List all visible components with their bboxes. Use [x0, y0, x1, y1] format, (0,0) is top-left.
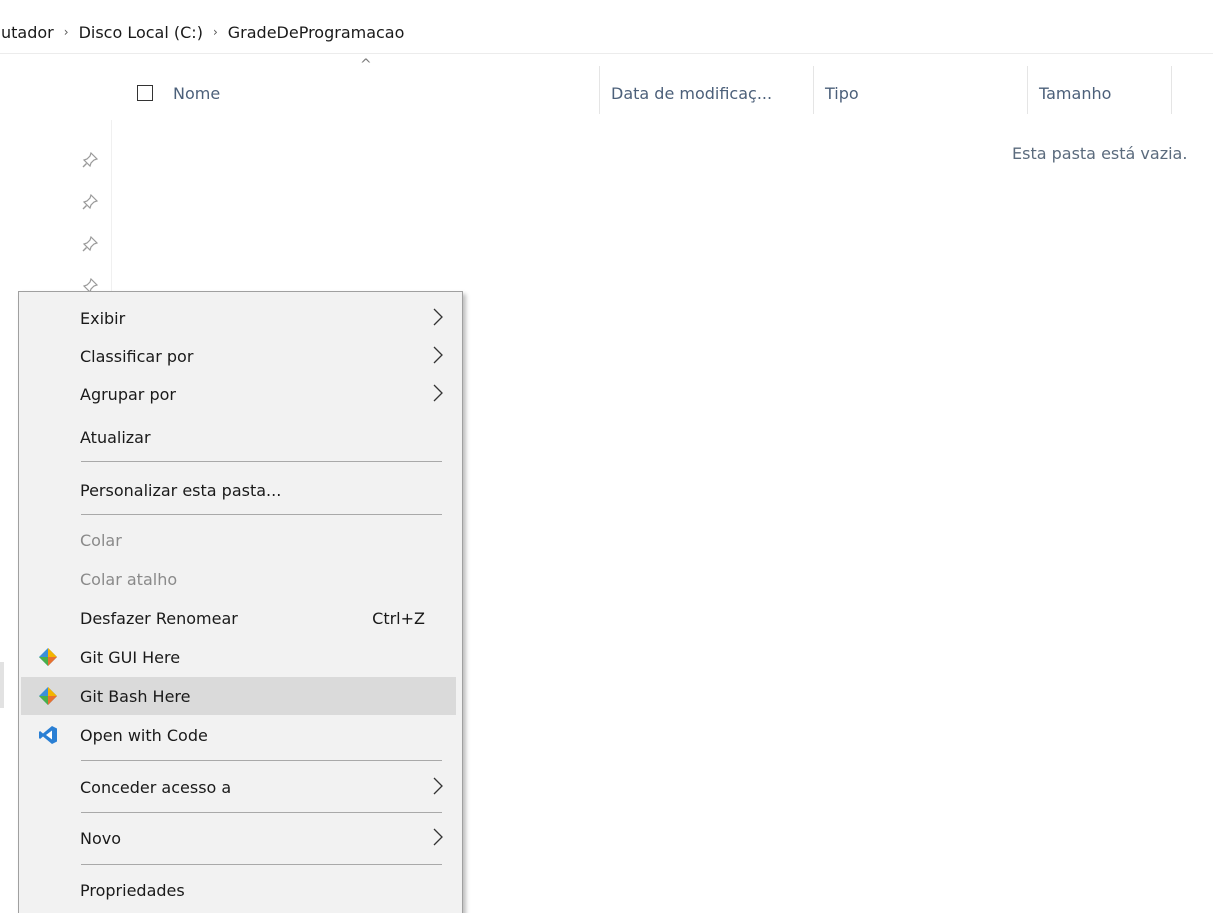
select-all-checkbox[interactable]	[137, 85, 153, 101]
column-divider[interactable]	[1027, 66, 1028, 114]
menu-item-label: Colar atalho	[80, 569, 178, 589]
chevron-right-icon	[433, 777, 443, 795]
menu-item-open-with-code[interactable]: Open with Code	[21, 716, 456, 754]
chevron-right-icon	[433, 346, 443, 364]
column-header-type[interactable]: Tipo	[825, 72, 1025, 114]
menu-item-refresh[interactable]: Atualizar	[21, 418, 456, 456]
pin-icon[interactable]	[82, 194, 98, 210]
menu-item-git-gui[interactable]: Git GUI Here	[21, 638, 456, 676]
menu-item-label: Git GUI Here	[80, 647, 181, 667]
column-header-size[interactable]: Tamanho	[1039, 72, 1169, 114]
menu-separator	[81, 461, 442, 462]
empty-folder-message: Esta pasta está vazia.	[1012, 144, 1188, 163]
column-divider[interactable]	[1171, 66, 1172, 114]
breadcrumb-separator[interactable]: ›	[207, 25, 224, 39]
column-divider[interactable]	[813, 66, 814, 114]
column-header-type-label: Tipo	[825, 83, 859, 103]
menu-item-paste[interactable]: Colar	[21, 521, 456, 559]
menu-item-paste-shortcut[interactable]: Colar atalho	[21, 560, 456, 598]
menu-item-label: Desfazer Renomear	[80, 608, 238, 628]
context-menu: Exibir Classificar por Agrupar por Atual…	[18, 291, 463, 913]
breadcrumb: utador › Disco Local (C:) › GradeDeProgr…	[0, 18, 408, 46]
nav-pane-scroll-edge	[0, 662, 4, 708]
column-header-size-label: Tamanho	[1039, 83, 1112, 103]
pin-icon[interactable]	[82, 152, 98, 168]
menu-item-label: Novo	[80, 828, 122, 848]
menu-item-customize-folder[interactable]: Personalizar esta pasta...	[21, 471, 456, 509]
menu-separator	[81, 864, 442, 865]
menu-item-label: Conceder acesso a	[80, 777, 232, 797]
menu-item-shortcut: Ctrl+Z	[372, 608, 425, 628]
column-header-name[interactable]: Nome	[137, 72, 597, 114]
vscode-icon	[39, 726, 57, 744]
menu-item-label: Propriedades	[80, 880, 185, 900]
menu-separator	[81, 760, 442, 761]
breadcrumb-item-disk[interactable]: Disco Local (C:)	[75, 23, 207, 42]
menu-item-label: Exibir	[80, 308, 126, 328]
breadcrumb-separator[interactable]: ›	[58, 25, 75, 39]
chevron-right-icon	[433, 828, 443, 846]
menu-item-label: Open with Code	[80, 725, 208, 745]
git-icon	[39, 687, 57, 705]
sort-ascending-indicator: ^	[360, 57, 372, 73]
menu-item-properties[interactable]: Propriedades	[21, 871, 456, 909]
menu-item-undo-rename[interactable]: Desfazer Renomear Ctrl+Z	[21, 599, 456, 637]
chevron-right-icon	[433, 384, 443, 402]
breadcrumb-divider	[0, 53, 1213, 54]
menu-item-new[interactable]: Novo	[21, 819, 456, 857]
menu-item-label: Git Bash Here	[80, 686, 191, 706]
menu-item-grant-access[interactable]: Conceder acesso a	[21, 768, 456, 806]
menu-item-git-bash[interactable]: Git Bash Here	[21, 677, 456, 715]
breadcrumb-item-computer[interactable]: utador	[0, 23, 58, 42]
chevron-right-icon	[433, 308, 443, 326]
menu-item-label: Agrupar por	[80, 384, 176, 404]
breadcrumb-item-folder[interactable]: GradeDeProgramacao	[224, 23, 409, 42]
menu-item-label: Colar	[80, 530, 122, 550]
git-icon	[39, 648, 57, 666]
menu-item-sort-by[interactable]: Classificar por	[21, 337, 456, 375]
column-header-name-label: Nome	[173, 83, 221, 103]
menu-item-view[interactable]: Exibir	[21, 299, 456, 337]
menu-separator	[81, 812, 442, 813]
menu-item-label: Personalizar esta pasta...	[80, 480, 282, 500]
file-explorer-window: utador › Disco Local (C:) › GradeDeProgr…	[0, 0, 1213, 913]
menu-item-group-by[interactable]: Agrupar por	[21, 375, 456, 413]
column-header-date[interactable]: Data de modificaç...	[611, 72, 811, 114]
menu-item-label: Classificar por	[80, 346, 194, 366]
menu-item-label: Atualizar	[80, 427, 151, 447]
column-header-date-label: Data de modificaç...	[611, 83, 773, 103]
column-divider[interactable]	[599, 66, 600, 114]
pin-icon[interactable]	[82, 236, 98, 252]
menu-separator	[81, 514, 442, 515]
